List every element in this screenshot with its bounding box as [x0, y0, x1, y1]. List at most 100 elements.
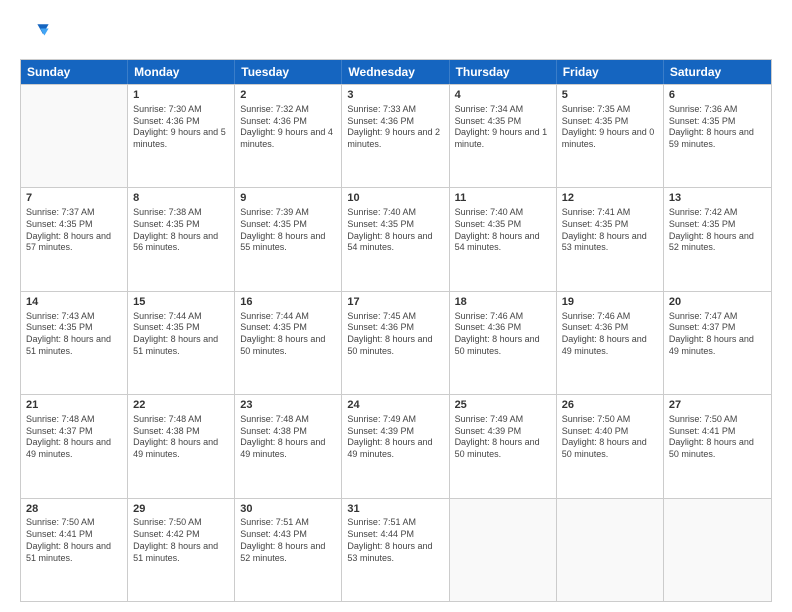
cell-info: Sunrise: 7:50 AMSunset: 4:41 PMDaylight:… [26, 517, 122, 564]
day-number: 13 [669, 191, 766, 206]
day-number: 3 [347, 88, 443, 103]
cell-info: Sunrise: 7:36 AMSunset: 4:35 PMDaylight:… [669, 104, 766, 151]
logo [20, 18, 50, 51]
calendar-cell: 8Sunrise: 7:38 AMSunset: 4:35 PMDaylight… [128, 188, 235, 290]
day-number: 12 [562, 191, 658, 206]
cell-info: Sunrise: 7:51 AMSunset: 4:43 PMDaylight:… [240, 517, 336, 564]
calendar-cell: 1Sunrise: 7:30 AMSunset: 4:36 PMDaylight… [128, 85, 235, 187]
calendar-cell: 11Sunrise: 7:40 AMSunset: 4:35 PMDayligh… [450, 188, 557, 290]
header-day-thursday: Thursday [450, 60, 557, 84]
cell-info: Sunrise: 7:41 AMSunset: 4:35 PMDaylight:… [562, 207, 658, 254]
header-day-tuesday: Tuesday [235, 60, 342, 84]
day-number: 26 [562, 398, 658, 413]
calendar-cell: 9Sunrise: 7:39 AMSunset: 4:35 PMDaylight… [235, 188, 342, 290]
cell-info: Sunrise: 7:32 AMSunset: 4:36 PMDaylight:… [240, 104, 336, 151]
calendar-cell: 28Sunrise: 7:50 AMSunset: 4:41 PMDayligh… [21, 499, 128, 601]
calendar-cell: 13Sunrise: 7:42 AMSunset: 4:35 PMDayligh… [664, 188, 771, 290]
logo-icon [22, 18, 50, 46]
cell-info: Sunrise: 7:42 AMSunset: 4:35 PMDaylight:… [669, 207, 766, 254]
day-number: 2 [240, 88, 336, 103]
day-number: 16 [240, 295, 336, 310]
calendar-cell: 17Sunrise: 7:45 AMSunset: 4:36 PMDayligh… [342, 292, 449, 394]
cell-info: Sunrise: 7:45 AMSunset: 4:36 PMDaylight:… [347, 311, 443, 358]
day-number: 4 [455, 88, 551, 103]
calendar-header: SundayMondayTuesdayWednesdayThursdayFrid… [21, 60, 771, 84]
calendar-row-4: 21Sunrise: 7:48 AMSunset: 4:37 PMDayligh… [21, 394, 771, 497]
cell-info: Sunrise: 7:34 AMSunset: 4:35 PMDaylight:… [455, 104, 551, 151]
calendar-cell: 25Sunrise: 7:49 AMSunset: 4:39 PMDayligh… [450, 395, 557, 497]
page: SundayMondayTuesdayWednesdayThursdayFrid… [0, 0, 792, 612]
cell-info: Sunrise: 7:50 AMSunset: 4:42 PMDaylight:… [133, 517, 229, 564]
calendar-row-2: 7Sunrise: 7:37 AMSunset: 4:35 PMDaylight… [21, 187, 771, 290]
cell-info: Sunrise: 7:37 AMSunset: 4:35 PMDaylight:… [26, 207, 122, 254]
calendar-cell: 4Sunrise: 7:34 AMSunset: 4:35 PMDaylight… [450, 85, 557, 187]
calendar-cell: 23Sunrise: 7:48 AMSunset: 4:38 PMDayligh… [235, 395, 342, 497]
calendar-cell [21, 85, 128, 187]
cell-info: Sunrise: 7:44 AMSunset: 4:35 PMDaylight:… [240, 311, 336, 358]
day-number: 20 [669, 295, 766, 310]
cell-info: Sunrise: 7:40 AMSunset: 4:35 PMDaylight:… [347, 207, 443, 254]
day-number: 18 [455, 295, 551, 310]
day-number: 7 [26, 191, 122, 206]
calendar-cell: 30Sunrise: 7:51 AMSunset: 4:43 PMDayligh… [235, 499, 342, 601]
calendar-cell: 3Sunrise: 7:33 AMSunset: 4:36 PMDaylight… [342, 85, 449, 187]
calendar-cell: 22Sunrise: 7:48 AMSunset: 4:38 PMDayligh… [128, 395, 235, 497]
calendar-cell [557, 499, 664, 601]
day-number: 25 [455, 398, 551, 413]
calendar-cell [450, 499, 557, 601]
calendar-row-3: 14Sunrise: 7:43 AMSunset: 4:35 PMDayligh… [21, 291, 771, 394]
header-day-saturday: Saturday [664, 60, 771, 84]
cell-info: Sunrise: 7:35 AMSunset: 4:35 PMDaylight:… [562, 104, 658, 151]
cell-info: Sunrise: 7:44 AMSunset: 4:35 PMDaylight:… [133, 311, 229, 358]
cell-info: Sunrise: 7:48 AMSunset: 4:37 PMDaylight:… [26, 414, 122, 461]
day-number: 24 [347, 398, 443, 413]
cell-info: Sunrise: 7:48 AMSunset: 4:38 PMDaylight:… [133, 414, 229, 461]
cell-info: Sunrise: 7:46 AMSunset: 4:36 PMDaylight:… [455, 311, 551, 358]
calendar: SundayMondayTuesdayWednesdayThursdayFrid… [20, 59, 772, 602]
day-number: 27 [669, 398, 766, 413]
calendar-cell: 27Sunrise: 7:50 AMSunset: 4:41 PMDayligh… [664, 395, 771, 497]
day-number: 11 [455, 191, 551, 206]
cell-info: Sunrise: 7:50 AMSunset: 4:40 PMDaylight:… [562, 414, 658, 461]
header-day-monday: Monday [128, 60, 235, 84]
day-number: 9 [240, 191, 336, 206]
cell-info: Sunrise: 7:51 AMSunset: 4:44 PMDaylight:… [347, 517, 443, 564]
day-number: 29 [133, 502, 229, 517]
day-number: 23 [240, 398, 336, 413]
calendar-cell: 21Sunrise: 7:48 AMSunset: 4:37 PMDayligh… [21, 395, 128, 497]
calendar-cell: 26Sunrise: 7:50 AMSunset: 4:40 PMDayligh… [557, 395, 664, 497]
cell-info: Sunrise: 7:30 AMSunset: 4:36 PMDaylight:… [133, 104, 229, 151]
calendar-cell: 2Sunrise: 7:32 AMSunset: 4:36 PMDaylight… [235, 85, 342, 187]
day-number: 21 [26, 398, 122, 413]
calendar-cell: 18Sunrise: 7:46 AMSunset: 4:36 PMDayligh… [450, 292, 557, 394]
day-number: 10 [347, 191, 443, 206]
day-number: 30 [240, 502, 336, 517]
calendar-cell: 20Sunrise: 7:47 AMSunset: 4:37 PMDayligh… [664, 292, 771, 394]
header-day-sunday: Sunday [21, 60, 128, 84]
calendar-cell: 5Sunrise: 7:35 AMSunset: 4:35 PMDaylight… [557, 85, 664, 187]
cell-info: Sunrise: 7:40 AMSunset: 4:35 PMDaylight:… [455, 207, 551, 254]
calendar-cell: 31Sunrise: 7:51 AMSunset: 4:44 PMDayligh… [342, 499, 449, 601]
calendar-cell: 7Sunrise: 7:37 AMSunset: 4:35 PMDaylight… [21, 188, 128, 290]
header-day-wednesday: Wednesday [342, 60, 449, 84]
day-number: 8 [133, 191, 229, 206]
cell-info: Sunrise: 7:47 AMSunset: 4:37 PMDaylight:… [669, 311, 766, 358]
cell-info: Sunrise: 7:39 AMSunset: 4:35 PMDaylight:… [240, 207, 336, 254]
calendar-body: 1Sunrise: 7:30 AMSunset: 4:36 PMDaylight… [21, 84, 771, 601]
day-number: 31 [347, 502, 443, 517]
calendar-row-5: 28Sunrise: 7:50 AMSunset: 4:41 PMDayligh… [21, 498, 771, 601]
calendar-cell: 6Sunrise: 7:36 AMSunset: 4:35 PMDaylight… [664, 85, 771, 187]
cell-info: Sunrise: 7:46 AMSunset: 4:36 PMDaylight:… [562, 311, 658, 358]
cell-info: Sunrise: 7:49 AMSunset: 4:39 PMDaylight:… [455, 414, 551, 461]
cell-info: Sunrise: 7:49 AMSunset: 4:39 PMDaylight:… [347, 414, 443, 461]
cell-info: Sunrise: 7:38 AMSunset: 4:35 PMDaylight:… [133, 207, 229, 254]
cell-info: Sunrise: 7:43 AMSunset: 4:35 PMDaylight:… [26, 311, 122, 358]
calendar-cell: 24Sunrise: 7:49 AMSunset: 4:39 PMDayligh… [342, 395, 449, 497]
day-number: 28 [26, 502, 122, 517]
day-number: 5 [562, 88, 658, 103]
calendar-row-1: 1Sunrise: 7:30 AMSunset: 4:36 PMDaylight… [21, 84, 771, 187]
calendar-cell: 19Sunrise: 7:46 AMSunset: 4:36 PMDayligh… [557, 292, 664, 394]
calendar-cell [664, 499, 771, 601]
cell-info: Sunrise: 7:33 AMSunset: 4:36 PMDaylight:… [347, 104, 443, 151]
day-number: 14 [26, 295, 122, 310]
